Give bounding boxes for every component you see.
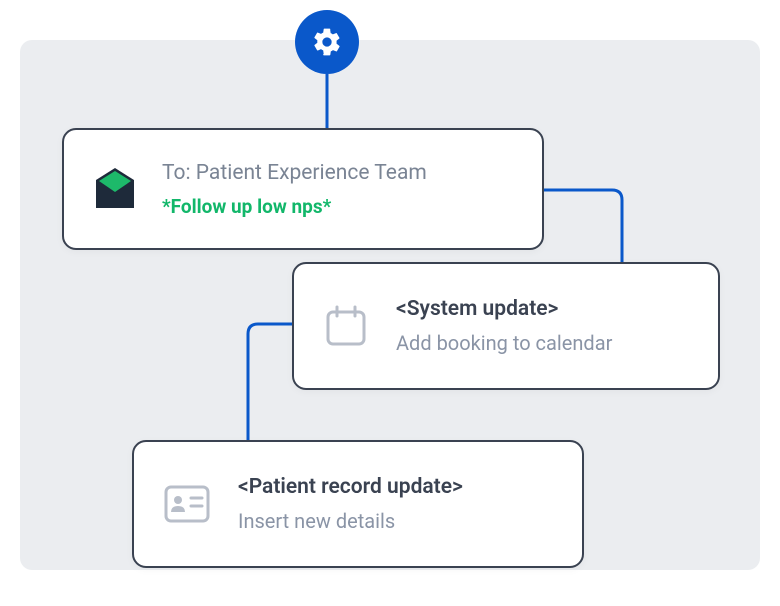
- system-update-subtitle: Add booking to calendar: [396, 331, 612, 355]
- connector-gear-to-card1: [325, 74, 329, 128]
- id-card-icon: [164, 485, 210, 523]
- patient-record-card: <Patient record update> Insert new detai…: [132, 440, 584, 568]
- email-to-line: To: Patient Experience Team: [162, 161, 427, 185]
- calendar-icon: [324, 304, 368, 348]
- envelope-icon: [92, 166, 138, 212]
- email-tag-line: *Follow up low nps*: [162, 195, 427, 218]
- connector-card1-to-card2: [544, 188, 624, 264]
- gear-icon: [311, 26, 343, 58]
- gear-node: [295, 10, 359, 74]
- connector-card2-to-card3: [246, 322, 294, 442]
- system-update-card: <System update> Add booking to calendar: [292, 262, 720, 390]
- system-update-title: <System update>: [396, 297, 612, 321]
- patient-record-title: <Patient record update>: [238, 475, 463, 499]
- patient-record-subtitle: Insert new details: [238, 509, 463, 533]
- email-card: To: Patient Experience Team *Follow up l…: [62, 128, 544, 250]
